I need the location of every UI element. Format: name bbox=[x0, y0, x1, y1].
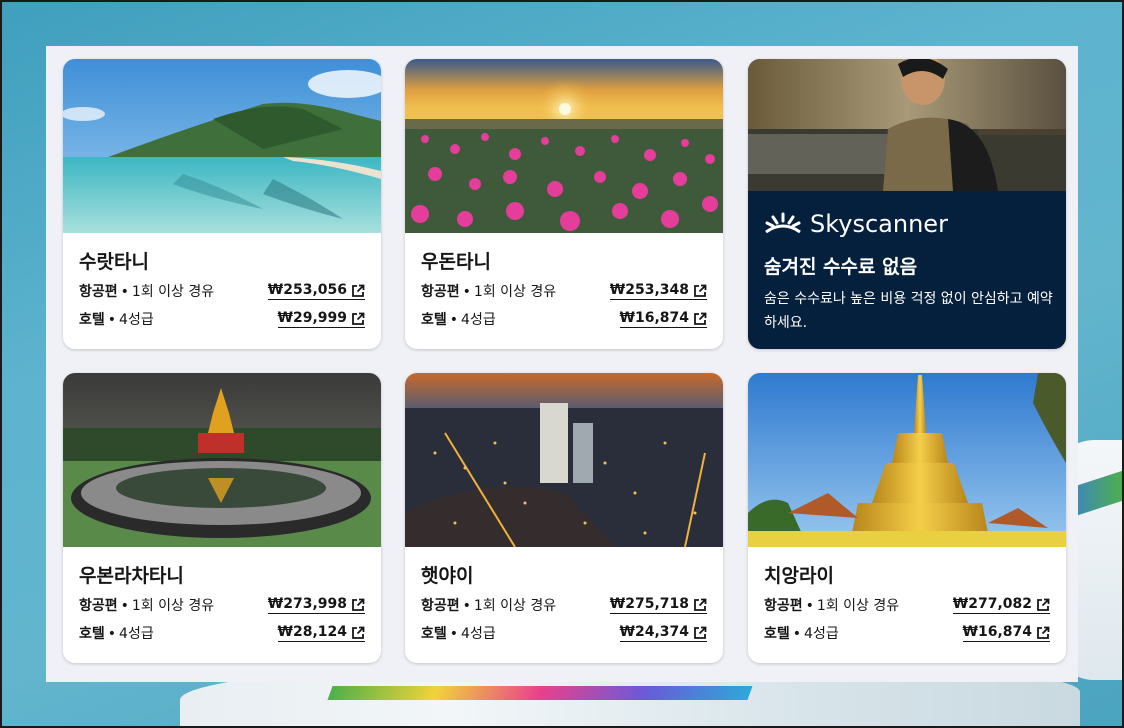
flight-row: 항공편 • 1회 이상 경유 ₩273,998 bbox=[79, 591, 365, 619]
separator: • bbox=[107, 626, 117, 642]
external-link-icon bbox=[1037, 598, 1050, 611]
external-link-icon bbox=[694, 626, 707, 639]
separator: • bbox=[462, 284, 471, 300]
hotel-row: 호텔 • 4성급 ₩16,874 bbox=[421, 305, 707, 333]
skyscanner-sun-icon bbox=[765, 212, 801, 234]
hotel-price-link[interactable]: ₩16,874 bbox=[619, 310, 707, 328]
external-link-icon bbox=[352, 598, 365, 611]
separator: • bbox=[805, 598, 814, 614]
flight-detail: 1회 이상 경유 bbox=[473, 284, 557, 300]
city-name: 우돈타니 bbox=[421, 251, 491, 273]
skyscanner-logo: Skyscanner bbox=[764, 207, 1050, 241]
flight-row: 항공편 • 1회 이상 경유 ₩277,082 bbox=[764, 591, 1050, 619]
separator: • bbox=[107, 312, 117, 328]
hotel-row: 호텔 • 4성급 ₩28,124 bbox=[79, 619, 365, 647]
flight-detail: 1회 이상 경유 bbox=[131, 598, 215, 614]
flight-price-link[interactable]: ₩273,998 bbox=[267, 596, 365, 614]
destination-image-golden-pagoda bbox=[748, 373, 1066, 547]
separator: • bbox=[120, 284, 129, 300]
destination-image-temple-pond bbox=[63, 373, 381, 547]
hotel-label: 호텔 bbox=[421, 312, 447, 328]
flight-row: 항공편 • 1회 이상 경유 ₩275,718 bbox=[421, 591, 707, 619]
promo-text: 숨은 수수료나 높은 비용 걱정 없이 안심하고 예약하세요. bbox=[764, 291, 1053, 331]
flight-row: 항공편 • 1회 이상 경유 ₩253,348 bbox=[421, 277, 707, 305]
city-name: 치앙라이 bbox=[764, 565, 834, 587]
external-link-icon bbox=[694, 284, 707, 297]
hotel-row: 호텔 • 4성급 ₩16,874 bbox=[764, 619, 1050, 647]
hotel-label: 호텔 bbox=[421, 626, 447, 642]
separator: • bbox=[449, 626, 459, 642]
external-link-icon bbox=[694, 312, 707, 325]
hotel-price-link[interactable]: ₩16,874 bbox=[962, 624, 1050, 642]
flight-price-link[interactable]: ₩275,718 bbox=[609, 596, 707, 614]
city-name: 수랏타니 bbox=[79, 251, 149, 273]
destination-card-hat-yai[interactable]: 햇야이 항공편 • 1회 이상 경유 ₩275,718 호텔 • 4성급 ₩24,374 bbox=[405, 373, 723, 663]
hotel-detail: 4성급 bbox=[119, 626, 154, 642]
flight-label: 항공편 bbox=[79, 598, 118, 614]
destination-card-ubon-ratchathani[interactable]: 우본라차타니 항공편 • 1회 이상 경유 ₩273,998 호텔 • 4성급 ₩28,… bbox=[63, 373, 381, 663]
city-name: 우본라차타니 bbox=[79, 565, 184, 587]
destination-card-surat-thani[interactable]: 수랏타니 항공편 • 1회 이상 경유 ₩253,056 호텔 • 4성급 ₩29,99… bbox=[63, 59, 381, 349]
destinations-panel: 수랏타니 항공편 • 1회 이상 경유 ₩253,056 호텔 • 4성급 ₩29,99… bbox=[46, 46, 1078, 682]
hotel-price-link[interactable]: ₩24,374 bbox=[619, 624, 707, 642]
destination-image-lotus-lake bbox=[405, 59, 723, 233]
external-link-icon bbox=[352, 284, 365, 297]
skyscanner-promo-card: Skyscanner 숨겨진 수수료 없음 숨은 수수료나 높은 비용 걱정 없… bbox=[748, 59, 1066, 349]
separator: • bbox=[462, 598, 471, 614]
hotel-row: 호텔 • 4성급 ₩29,999 bbox=[79, 305, 365, 333]
separator: • bbox=[120, 598, 129, 614]
brand-name: Skyscanner bbox=[810, 210, 948, 238]
hotel-price-link[interactable]: ₩28,124 bbox=[277, 624, 365, 642]
flight-price-link[interactable]: ₩277,082 bbox=[952, 596, 1050, 614]
hotel-detail: 4성급 bbox=[461, 626, 496, 642]
city-name: 햇야이 bbox=[421, 565, 474, 587]
destination-card-udon-thani[interactable]: 우돈타니 항공편 • 1회 이상 경유 ₩253,348 호텔 • 4성급 ₩16,87… bbox=[405, 59, 723, 349]
external-link-icon bbox=[352, 312, 365, 325]
external-link-icon bbox=[694, 598, 707, 611]
flight-price-link[interactable]: ₩253,056 bbox=[267, 282, 365, 300]
flight-detail: 1회 이상 경유 bbox=[131, 284, 215, 300]
external-link-icon bbox=[352, 626, 365, 639]
flight-label: 항공편 bbox=[421, 284, 460, 300]
hotel-label: 호텔 bbox=[79, 312, 105, 328]
hotel-price-link[interactable]: ₩29,999 bbox=[277, 310, 365, 328]
background-plane-stripe bbox=[327, 686, 753, 700]
promo-title: 숨겨진 수수료 없음 bbox=[764, 256, 918, 278]
separator: • bbox=[792, 626, 802, 642]
flight-label: 항공편 bbox=[764, 598, 803, 614]
flight-detail: 1회 이상 경유 bbox=[473, 598, 557, 614]
hotel-detail: 4성급 bbox=[461, 312, 496, 328]
hotel-detail: 4성급 bbox=[804, 626, 839, 642]
hotel-label: 호텔 bbox=[764, 626, 790, 642]
destination-image-city-night bbox=[405, 373, 723, 547]
promo-image-traveler bbox=[748, 59, 1066, 191]
destination-image-beach bbox=[63, 59, 381, 233]
flight-label: 항공편 bbox=[79, 284, 118, 300]
flight-label: 항공편 bbox=[421, 598, 460, 614]
external-link-icon bbox=[1037, 626, 1050, 639]
flight-row: 항공편 • 1회 이상 경유 ₩253,056 bbox=[79, 277, 365, 305]
hotel-detail: 4성급 bbox=[119, 312, 154, 328]
hotel-label: 호텔 bbox=[79, 626, 105, 642]
flight-detail: 1회 이상 경유 bbox=[816, 598, 900, 614]
flight-price-link[interactable]: ₩253,348 bbox=[609, 282, 707, 300]
hotel-row: 호텔 • 4성급 ₩24,374 bbox=[421, 619, 707, 647]
destination-card-chiang-rai[interactable]: 치앙라이 항공편 • 1회 이상 경유 ₩277,082 호텔 • 4성급 ₩16,87… bbox=[748, 373, 1066, 663]
separator: • bbox=[449, 312, 459, 328]
